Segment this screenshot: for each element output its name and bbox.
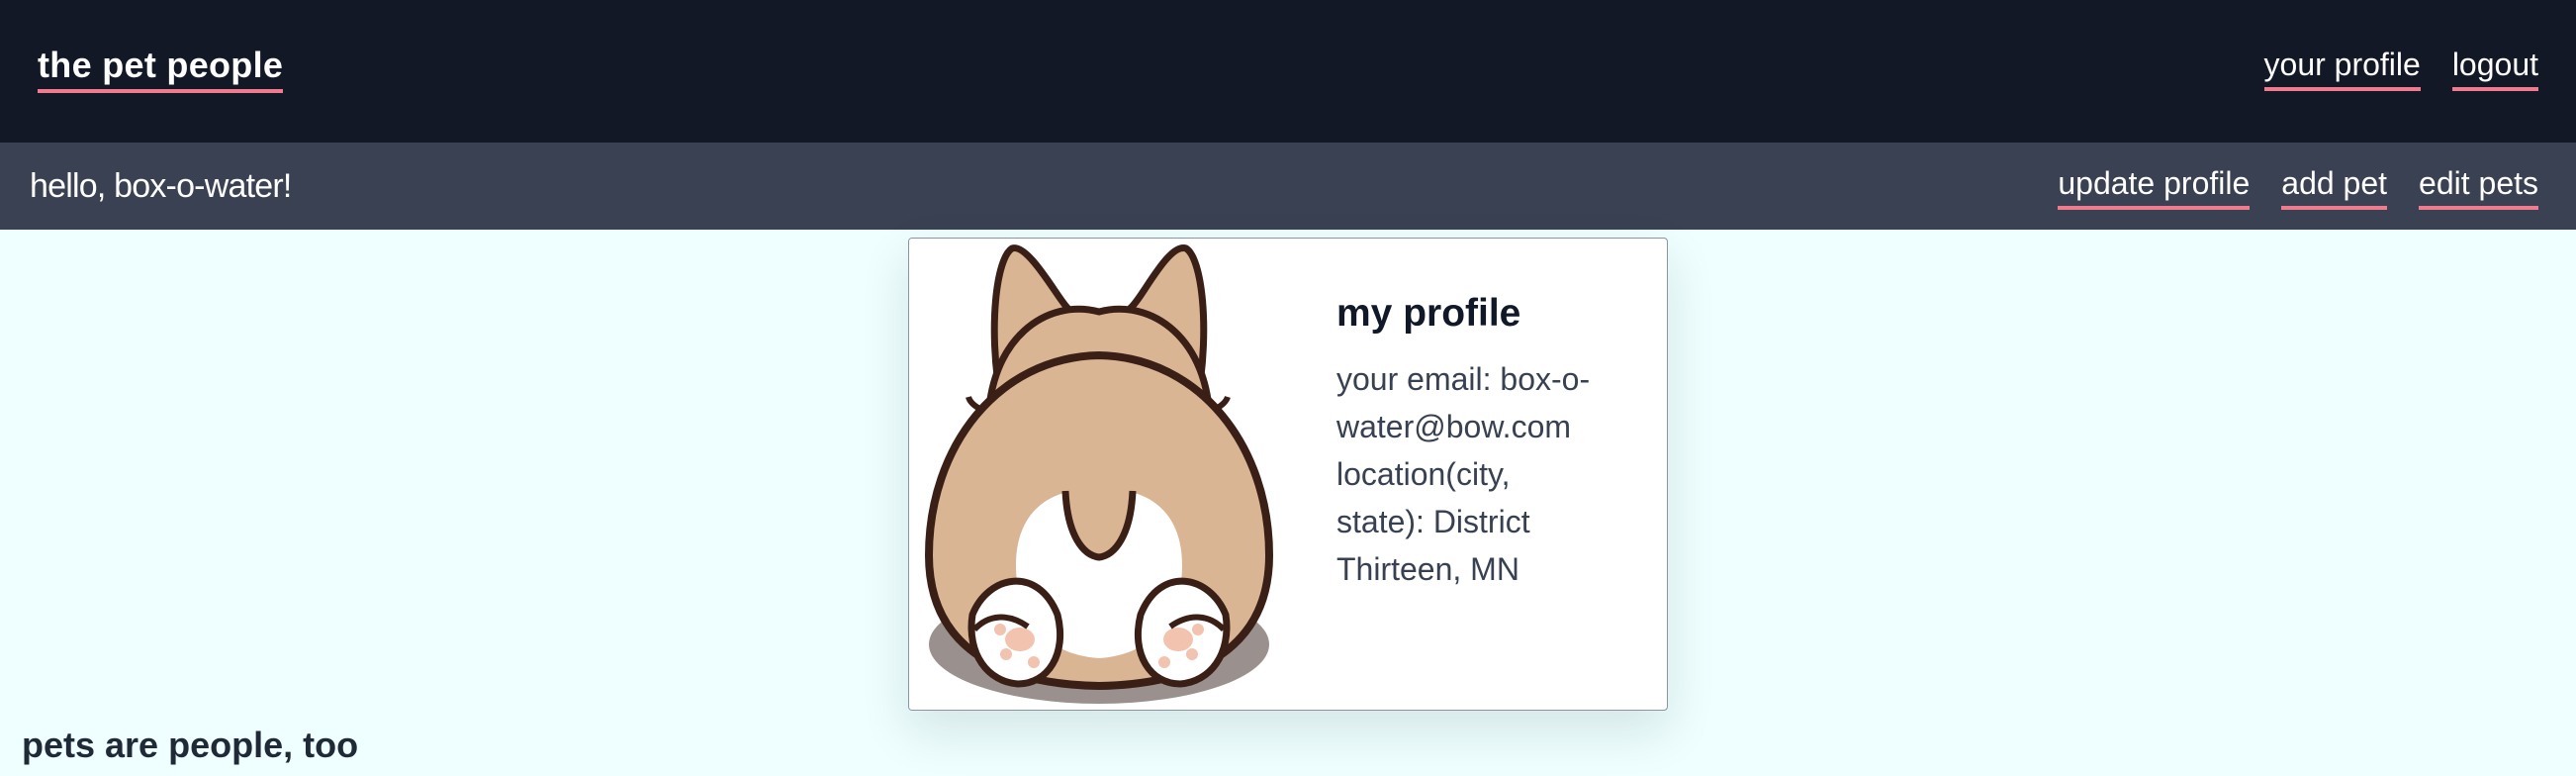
profile-card-title: my profile: [1336, 292, 1521, 335]
profile-location-line-1: location(city,: [1336, 456, 1511, 492]
profile-email-line-2: water@bow.com: [1336, 409, 1572, 444]
pets-section-heading: pets are people, too: [22, 725, 359, 765]
add-pet-link[interactable]: add pet: [2281, 162, 2388, 210]
top-navbar: the pet people your profile logout: [0, 0, 2576, 143]
brand-link[interactable]: the pet people: [38, 44, 284, 93]
profile-actions-nav: update profile add pet edit pets: [2058, 162, 2538, 210]
logout-link[interactable]: logout: [2451, 44, 2538, 91]
edit-pets-link[interactable]: edit pets: [2419, 162, 2538, 210]
profile-image: [909, 239, 1289, 710]
profile-location-line-3: Thirteen, MN: [1336, 551, 1519, 587]
top-nav: your profile logout: [2263, 44, 2538, 91]
profile-card: my profile your email: box-o- water@bow.…: [908, 238, 1668, 711]
update-profile-link[interactable]: update profile: [2058, 162, 2251, 210]
greeting-text: hello, box-o-water!: [30, 167, 292, 205]
corgi-butt-illustration: [924, 244, 1274, 704]
profile-email-line-1: your email: box-o-: [1336, 361, 1591, 397]
profile-details: my profile your email: box-o- water@bow.…: [1336, 288, 1633, 593]
your-profile-link[interactable]: your profile: [2263, 44, 2421, 91]
profile-location-line-2: state): District: [1336, 504, 1530, 539]
user-subbar: hello, box-o-water! update profile add p…: [0, 143, 2576, 230]
